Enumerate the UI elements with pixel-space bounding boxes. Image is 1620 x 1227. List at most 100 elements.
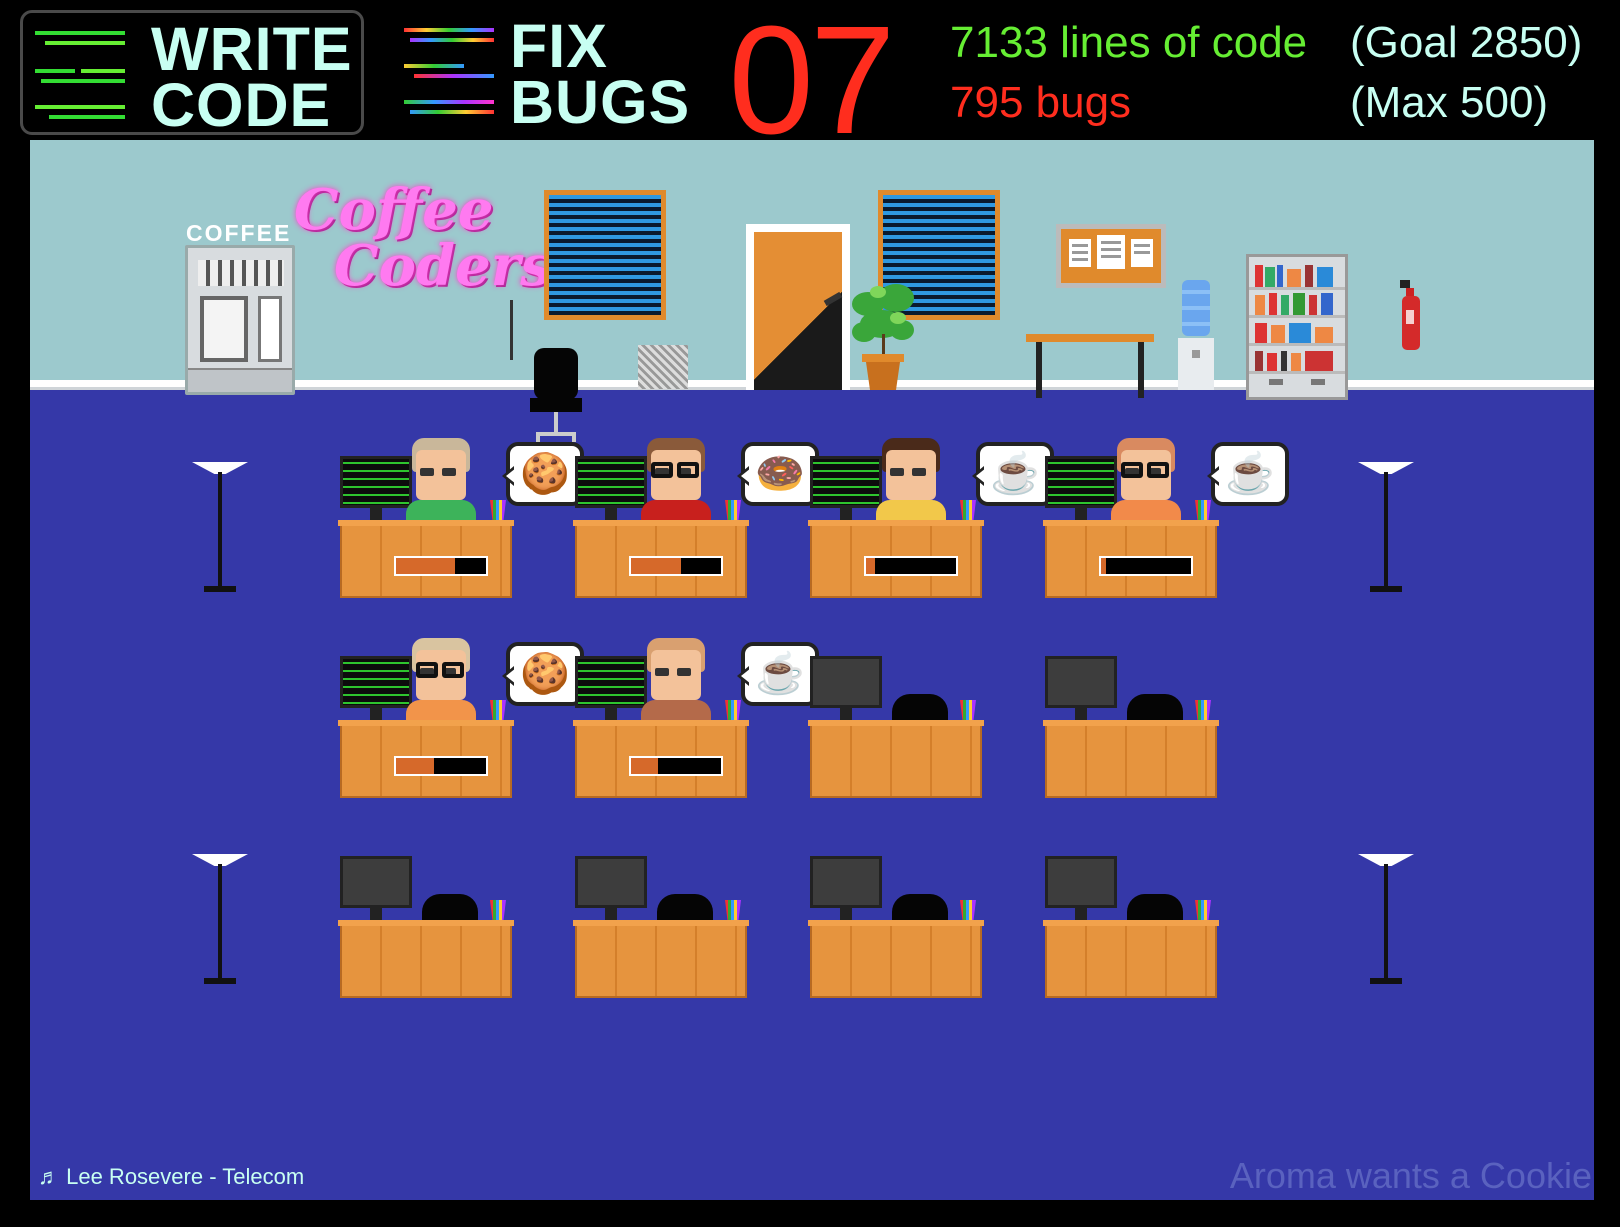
request-bubble[interactable]: ☕: [972, 442, 1054, 506]
work-progress-bar: [629, 756, 723, 776]
office-chair: [530, 348, 582, 442]
floor-lamp: [1358, 854, 1414, 994]
desk: [338, 720, 514, 798]
potted-plant: [852, 284, 914, 390]
coffee-machine-base: [188, 368, 292, 392]
desk: [1043, 720, 1219, 798]
desk: [808, 720, 984, 798]
water-cooler: [1178, 280, 1214, 390]
empty-desk[interactable]: [573, 848, 755, 1008]
coder-desk[interactable]: ☕: [573, 638, 819, 808]
desk: [808, 520, 984, 598]
computer-monitor: [810, 856, 882, 908]
work-progress-fill: [1101, 558, 1106, 574]
work-progress-fill: [396, 558, 455, 574]
neon-sign-line1: Coffee: [294, 177, 494, 243]
fix-bugs-label: FIX BUGS: [510, 12, 691, 136]
coffee-cup-icon: [200, 296, 248, 362]
cookie-icon: 🍪: [520, 652, 570, 696]
coffee-machine-label: COFFEE: [186, 220, 292, 246]
work-progress-fill: [396, 758, 434, 774]
coder-avatar[interactable]: [641, 438, 711, 528]
computer-monitor: [1045, 656, 1117, 708]
computer-monitor: [340, 856, 412, 908]
donut-icon: 🍩: [755, 452, 805, 496]
coffee-cup-icon: ☕: [990, 452, 1040, 496]
coder-avatar[interactable]: [406, 438, 476, 528]
computer-monitor: [810, 656, 882, 708]
computer-monitor: [575, 856, 647, 908]
empty-desk[interactable]: [338, 848, 520, 1008]
fire-extinguisher: [1400, 280, 1420, 350]
wastebasket: [638, 345, 688, 389]
countdown-timer: 07: [728, 0, 895, 166]
work-progress-bar: [394, 756, 488, 776]
coder-avatar[interactable]: [641, 638, 711, 728]
glasses-icon: [1147, 462, 1169, 478]
coffee-cup-icon: ☕: [1225, 452, 1275, 496]
request-bubble[interactable]: ☕: [1207, 442, 1289, 506]
floor-lamp: [192, 462, 248, 602]
empty-desk[interactable]: [808, 848, 990, 1008]
coder-desk[interactable]: 🍩: [573, 438, 819, 608]
request-bubble[interactable]: ☕: [737, 642, 819, 706]
desk: [808, 920, 984, 998]
fix-bugs-button[interactable]: FIX BUGS: [392, 10, 700, 135]
neon-cord: [510, 300, 513, 360]
computer-monitor: [810, 456, 882, 508]
computer-monitor: [340, 656, 412, 708]
desk: [573, 720, 749, 798]
desk: [573, 520, 749, 598]
work-progress-bar: [629, 556, 723, 576]
request-bubble[interactable]: 🍪: [502, 642, 584, 706]
empty-desk[interactable]: [1043, 848, 1225, 1008]
coder-avatar[interactable]: [1111, 438, 1181, 528]
work-progress-bar: [1099, 556, 1193, 576]
music-credit[interactable]: ♬ Lee Rosevere - Telecom: [38, 1164, 304, 1190]
floor-lamp: [192, 854, 248, 994]
bug-counter: 795 bugs: [950, 78, 1132, 127]
work-progress-bar: [864, 556, 958, 576]
computer-monitor: [575, 456, 647, 508]
bookshelf: [1246, 254, 1348, 400]
coder-avatar[interactable]: [406, 638, 476, 728]
empty-desk[interactable]: [808, 648, 990, 808]
office-floor: COFFEE Coffee Coders 🍪 🍩 ☕ ☕ 🍪 ☕ ♬ Lee R…: [30, 140, 1594, 1200]
coder-eyes: [420, 468, 434, 476]
coder-desk[interactable]: 🍪: [338, 638, 584, 808]
coder-eyes: [890, 468, 904, 476]
coffee-machine[interactable]: [185, 245, 295, 395]
computer-monitor: [575, 656, 647, 708]
request-bubble[interactable]: 🍩: [737, 442, 819, 506]
coffee-cup-icon: ☕: [755, 652, 805, 696]
cookie-icon: 🍪: [520, 452, 570, 496]
write-code-button[interactable]: WRITE CODE: [20, 10, 364, 136]
side-table: [1026, 334, 1154, 398]
glasses-icon: [677, 462, 699, 478]
work-progress-fill: [866, 558, 875, 574]
desk: [338, 920, 514, 998]
coder-eyes: [655, 668, 669, 676]
office-door: [746, 224, 850, 390]
status-message: Aroma wants a Cookie: [1229, 1155, 1592, 1196]
coder-avatar[interactable]: [876, 438, 946, 528]
coffee-machine-panel: [258, 296, 282, 362]
coffee-machine-buttons: [198, 260, 284, 286]
work-progress-bar: [394, 556, 488, 576]
work-progress-fill: [631, 758, 658, 774]
desk: [1043, 520, 1219, 598]
coder-desk[interactable]: ☕: [1043, 438, 1289, 608]
computer-monitor: [1045, 856, 1117, 908]
neon-sign-line2: Coders: [334, 233, 552, 299]
glasses-icon: [442, 662, 464, 678]
glasses-icon: [651, 462, 673, 478]
window-left: [544, 190, 666, 320]
coder-desk[interactable]: ☕: [808, 438, 1054, 608]
work-progress-fill: [631, 558, 681, 574]
neon-sign: Coffee Coders: [294, 180, 554, 310]
coder-desk[interactable]: 🍪: [338, 438, 584, 608]
desk: [1043, 920, 1219, 998]
computer-monitor: [1045, 456, 1117, 508]
empty-desk[interactable]: [1043, 648, 1225, 808]
request-bubble[interactable]: 🍪: [502, 442, 584, 506]
